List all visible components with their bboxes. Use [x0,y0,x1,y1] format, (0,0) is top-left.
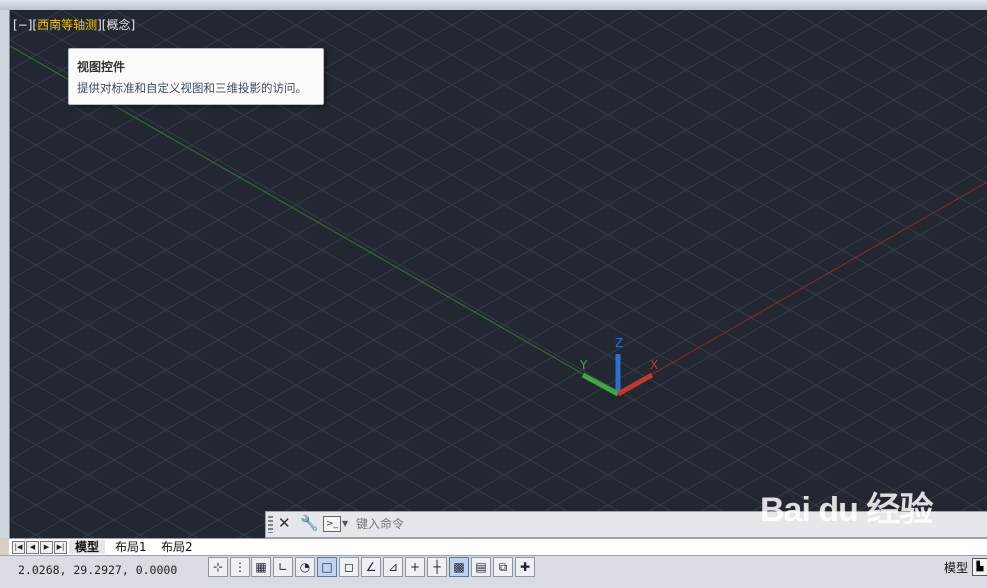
viewport-menu-control[interactable]: [−][ [13,18,37,32]
x-axis-label: X [650,358,659,372]
tab-layout2[interactable]: 布局2 [155,540,199,554]
tooltip-title: 视图控件 [77,60,126,74]
selection-cycling-icon[interactable]: ⧉ [493,557,513,577]
last-tab-icon[interactable]: ▶| [54,541,67,554]
quick-properties-icon[interactable]: ▤ [471,557,491,577]
wrench-icon[interactable]: 🔧 [300,514,319,532]
ucs-icon: Z Y X [570,332,680,416]
tab-layout1[interactable]: 布局1 [109,540,153,554]
y-axis-label: Y [580,358,588,372]
object-snap-tracking-icon[interactable]: ∠ [361,557,381,577]
chevron-down-icon[interactable]: ▼ [342,519,348,528]
layout-tab-bar: |◀ ◀ ▶ ▶| 模型 布局1 布局2 [9,538,987,555]
view-control-tooltip: 视图控件 提供对标准和自定义视图和三维投影的访问。 [68,48,324,105]
lineweight-icon[interactable]: ┼ [427,557,447,577]
model-space-label[interactable]: 模型 [944,559,968,576]
snap-mode-icon[interactable]: ⋮ [230,557,250,577]
command-prompt-icon[interactable]: >_ [323,516,341,532]
polar-tracking-icon[interactable]: ◔ [295,557,315,577]
visual-style-control[interactable]: ][概念] [97,18,135,32]
prev-tab-icon[interactable]: ◀ [26,541,39,554]
layout-icon[interactable]: ▙ [972,558,987,576]
close-icon[interactable]: ✕ [278,514,291,532]
cursor-coordinates: 2.0268, 29.2927, 0.0000 [18,563,178,577]
dynamic-input-icon[interactable]: + [405,557,425,577]
command-line-grip[interactable] [268,516,273,533]
dynamic-ucs-icon[interactable]: ⊿ [383,557,403,577]
first-tab-icon[interactable]: |◀ [12,541,25,554]
next-tab-icon[interactable]: ▶ [40,541,53,554]
ortho-mode-icon[interactable]: ∟ [273,557,293,577]
annotation-monitor-icon[interactable]: ✚ [515,557,535,577]
command-line[interactable]: ✕ 🔧 >_ ▼ [265,511,987,538]
infer-constraints-icon[interactable]: ⊹ [208,557,228,577]
viewport-controls-label[interactable]: [−][西南等轴测][概念] [13,16,135,33]
left-panel-edge [0,10,10,538]
tab-model[interactable]: 模型 [69,540,106,554]
z-axis-label: Z [615,336,624,350]
view-control[interactable]: 西南等轴测 [37,18,97,32]
transparency-icon[interactable]: ▩ [449,557,469,577]
command-input[interactable] [356,515,976,532]
drawing-viewport[interactable]: [−][西南等轴测][概念] 视图控件 提供对标准和自定义视图和三维投影的访问。… [10,10,987,538]
3d-object-snap-icon[interactable]: ◻ [339,557,359,577]
tooltip-description: 提供对标准和自定义视图和三维投影的访问。 [77,81,307,95]
object-snap-icon[interactable]: □ [317,557,337,577]
grid-display-icon[interactable]: ▦ [251,557,271,577]
status-bar: 2.0268, 29.2927, 0.0000 ⊹ ⋮ ▦ ∟ ◔ □ ◻ ∠ … [0,555,987,588]
